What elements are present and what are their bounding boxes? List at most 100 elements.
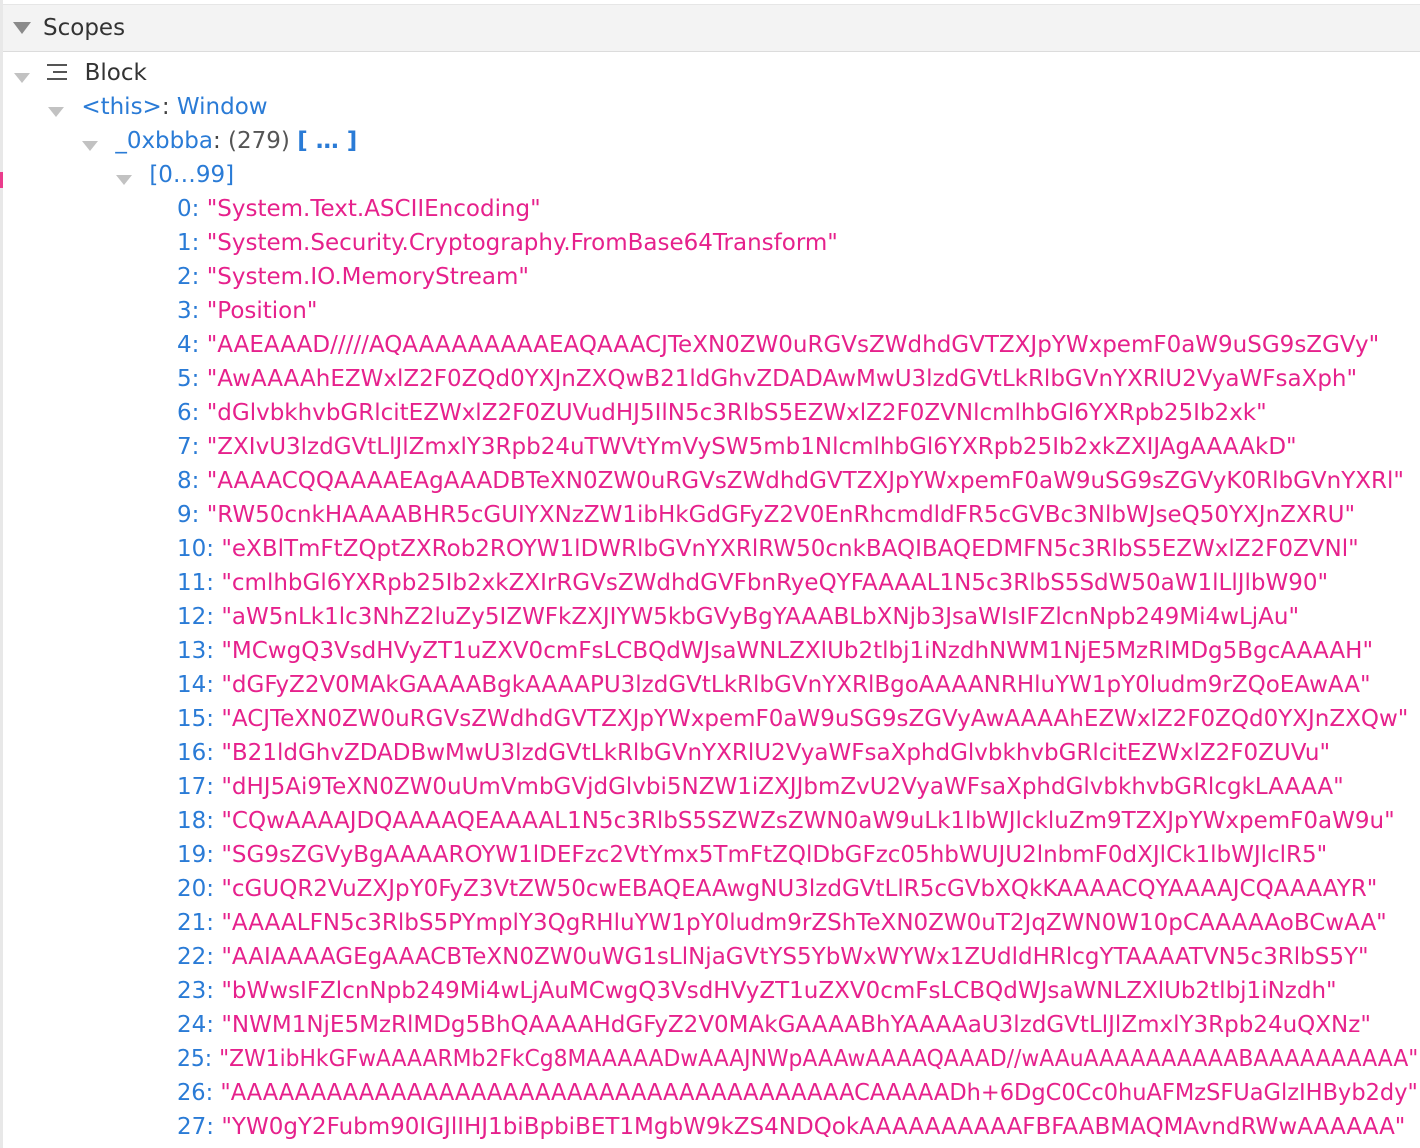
array-item-index: 21: [177, 910, 215, 936]
tree-node-variable[interactable]: _0xbbba: (279) [ … ] [82, 124, 357, 158]
array-item-value: "NWM1NjE5MzRlMDg5BhQAAAAHdGFyZ2V0MAkGAAA… [221, 1012, 1371, 1038]
array-item-row[interactable]: 7: "ZXIvU3lzdGVtLlJlZmxlY3Rpb24uTWVtYmVy… [177, 430, 1297, 464]
array-item-index: 22: [177, 944, 215, 970]
expanded-twisty-icon[interactable] [14, 72, 30, 83]
array-item-index: 5: [177, 366, 200, 392]
array-item-index: 25: [177, 1046, 213, 1072]
expanded-twisty-icon[interactable] [116, 174, 132, 185]
array-item-row[interactable]: 10: "eXBlTmFtZQptZXRob2ROYW1lDWRlbGVnYXR… [177, 532, 1359, 566]
variable-count: (279) [228, 128, 290, 154]
array-item-value: "AAIAAAAGEgAAACBTeXN0ZW0uWG1sLlNjaGVtYS5… [221, 944, 1369, 970]
array-item-value: "ACJTeXN0ZW0uRGVsZWdhdGVTZXJpYWxpemF0aW9… [221, 706, 1409, 732]
array-item-row[interactable]: 15: "ACJTeXN0ZW0uRGVsZWdhdGVTZXJpYWxpemF… [177, 702, 1408, 736]
array-item-index: 16: [177, 740, 215, 766]
array-item-value: "AwAAAAhEZWxlZ2F0ZQd0YXJnZXQwB21ldGhvZDA… [206, 366, 1358, 392]
array-item-index: 7: [177, 434, 200, 460]
array-item-row[interactable]: 22: "AAIAAAAGEgAAACBTeXN0ZW0uWG1sLlNjaGV… [177, 940, 1369, 974]
array-item-row[interactable]: 25: "ZW1ibHkGFwAAAARMb2FkCg8MAAAAADwAAAJ… [177, 1042, 1418, 1076]
array-item-value: "B21ldGhvZDADBwMwU3lzdGVtLkRlbGVnYXRlU2V… [221, 740, 1331, 766]
array-item-index: 13: [177, 638, 215, 664]
array-item-value: "dGFyZ2V0MAkGAAAABgkAAAAPU3lzdGVtLkRlbGV… [221, 672, 1371, 698]
array-item-row[interactable]: 1: "System.Security.Cryptography.FromBas… [177, 226, 838, 260]
array-item-row[interactable]: 14: "dGFyZ2V0MAkGAAAABgkAAAAPU3lzdGVtLkR… [177, 668, 1371, 702]
array-item-row[interactable]: 9: "RW50cnkHAAAABHR5cGUIYXNzZW1ibHkGdGFy… [177, 498, 1355, 532]
array-item-value: "AAAALFN5c3RlbS5PYmplY3QgRHluYW1pY0ludm9… [221, 910, 1387, 936]
array-item-row[interactable]: 26: "AAAAAAAAAAAAAAAAAAAAAAAAAAAAAAAAAAA… [177, 1076, 1418, 1110]
array-item-index: 3: [177, 298, 200, 324]
array-item-value: "System.IO.MemoryStream" [206, 264, 529, 290]
variable-preview: [ … ] [297, 128, 358, 154]
array-item-value: "Position" [206, 298, 318, 324]
array-item-row[interactable]: 11: "cmlhbGl6YXRpb25Ib2xkZXIrRGVsZWdhdGV… [177, 566, 1328, 600]
collapse-triangle-icon[interactable] [13, 22, 31, 34]
array-item-index: 19: [177, 842, 215, 868]
array-item-index: 15: [177, 706, 215, 732]
array-item-row[interactable]: 4: "AAEAAAD/////AQAAAAAAAAAEAQAAACJTeXN0… [177, 328, 1379, 362]
array-item-row[interactable]: 24: "NWM1NjE5MzRlMDg5BhQAAAAHdGFyZ2V0MAk… [177, 1008, 1371, 1042]
array-item-row[interactable]: 21: "AAAALFN5c3RlbS5PYmplY3QgRHluYW1pY0l… [177, 906, 1387, 940]
array-item-index: 0: [177, 196, 200, 222]
array-item-row[interactable]: 6: "dGlvbkhvbGRlcitEZWxlZ2F0ZUVudHJ5IlN5… [177, 396, 1267, 430]
this-key: <this> [81, 94, 162, 120]
array-item-index: 6: [177, 400, 200, 426]
array-item-value: "eXBlTmFtZQptZXRob2ROYW1lDWRlbGVnYXRlRW5… [221, 536, 1359, 562]
array-item-row[interactable]: 5: "AwAAAAhEZWxlZ2F0ZQd0YXJnZXQwB21ldGhv… [177, 362, 1357, 396]
array-item-value: "AAEAAAD/////AQAAAAAAAAAEAQAAACJTeXN0ZW0… [206, 332, 1380, 358]
block-label: Block [84, 60, 147, 86]
array-item-value: "ZXIvU3lzdGVtLlJlZmxlY3Rpb24uTWVtYmVySW5… [206, 434, 1297, 460]
array-item-value: "AAAAAAAAAAAAAAAAAAAAAAAAAAAAAAAAAAAAAAA… [220, 1080, 1418, 1106]
tree-node-this[interactable]: <this>: Window [48, 90, 268, 124]
this-value: Window [176, 94, 268, 120]
array-item-value: "ZW1ibHkGFwAAAARMb2FkCg8MAAAAADwAAAJNWpA… [219, 1046, 1419, 1072]
array-item-value: "MCwgQ3VsdHVyZT1uZXV0cmFsLCBQdWJsaWNLZXl… [221, 638, 1374, 664]
variable-separator: : [212, 128, 229, 154]
array-item-row[interactable]: 12: "aW5nLk1lc3NhZ2luZy5IZWFkZXJIYW5kbGV… [177, 600, 1299, 634]
array-item-value: "CQwAAAAJDQAAAAQEAAAAL1N5c3RlbS5SZWZsZWN… [221, 808, 1395, 834]
array-item-row[interactable]: 2: "System.IO.MemoryStream" [177, 260, 529, 294]
array-item-value: "dHJ5Ai9TeXN0ZW0uUmVmbGVjdGlvbi5NZW1iZXJ… [221, 774, 1344, 800]
array-item-index: 24: [177, 1012, 215, 1038]
array-item-row[interactable]: 13: "MCwgQ3VsdHVyZT1uZXV0cmFsLCBQdWJsaWN… [177, 634, 1373, 668]
array-item-value: "cGUQR2VuZXJpY0FyZ3VtZW50cwEBAQEAAwgNU3l… [221, 876, 1378, 902]
scopes-panel-header[interactable]: Scopes [3, 4, 1420, 52]
array-item-value: "System.Security.Cryptography.FromBase64… [206, 230, 838, 256]
tree-node-block[interactable]: Block [14, 56, 147, 90]
tree-node-range[interactable]: [0…99] [116, 158, 234, 192]
array-item-value: "bWwsIFZlcnNpb249Mi4wLjAuMCwgQ3VsdHVyZT1… [221, 978, 1337, 1004]
array-item-row[interactable]: 0: "System.Text.ASCIIEncoding" [177, 192, 541, 226]
array-item-row[interactable]: 27: "YW0gY2Fubm90IGJlIHJ1biBpbiBET1MgbW9… [177, 1110, 1405, 1144]
array-item-index: 14: [177, 672, 215, 698]
breakpoint-marker [0, 172, 3, 188]
array-item-row[interactable]: 8: "AAAACQQAAAAEAgAAADBTeXN0ZW0uRGVsZWdh… [177, 464, 1404, 498]
array-item-row[interactable]: 16: "B21ldGhvZDADBwMwU3lzdGVtLkRlbGVnYXR… [177, 736, 1330, 770]
block-scope-icon [47, 63, 68, 80]
array-item-row[interactable]: 19: "SG9sZGVyBgAAAAROYW1lDEFzc2VtYmx5TmF… [177, 838, 1327, 872]
array-item-row[interactable]: 20: "cGUQR2VuZXJpY0FyZ3VtZW50cwEBAQEAAwg… [177, 872, 1377, 906]
array-item-value: "dGlvbkhvbGRlcitEZWxlZ2F0ZUVudHJ5IlN5c3R… [206, 400, 1267, 426]
array-item-index: 26: [177, 1080, 214, 1106]
array-item-index: 1: [177, 230, 200, 256]
array-item-index: 27: [177, 1114, 215, 1140]
array-item-value: "cmlhbGl6YXRpb25Ib2xkZXIrRGVsZWdhdGVFbnR… [221, 570, 1329, 596]
variable-name: _0xbbba [115, 128, 213, 154]
array-item-row[interactable]: 3: "Position" [177, 294, 317, 328]
expanded-twisty-icon[interactable] [48, 106, 64, 117]
array-item-index: 4: [177, 332, 200, 358]
array-item-index: 23: [177, 978, 215, 1004]
array-item-value: "SG9sZGVyBgAAAAROYW1lDEFzc2VtYmx5TmFtZQl… [221, 842, 1328, 868]
array-item-row[interactable]: 23: "bWwsIFZlcnNpb249Mi4wLjAuMCwgQ3VsdHV… [177, 974, 1337, 1008]
array-item-index: 12: [177, 604, 215, 630]
array-item-index: 18: [177, 808, 215, 834]
array-item-index: 17: [177, 774, 215, 800]
array-item-row[interactable]: 18: "CQwAAAAJDQAAAAQEAAAAL1N5c3RlbS5SZWZ… [177, 804, 1395, 838]
array-item-index: 20: [177, 876, 215, 902]
scopes-title: Scopes [43, 15, 126, 41]
array-item-index: 2: [177, 264, 200, 290]
array-item-index: 9: [177, 502, 200, 528]
array-item-value: "aW5nLk1lc3NhZ2luZy5IZWFkZXJIYW5kbGVyBgY… [221, 604, 1300, 630]
array-item-value: "AAAACQQAAAAEAgAAADBTeXN0ZW0uRGVsZWdhdGV… [206, 468, 1404, 494]
array-item-value: "YW0gY2Fubm90IGJlIHJ1biBpbiBET1MgbW9kZS4… [221, 1114, 1406, 1140]
array-item-index: 10: [177, 536, 215, 562]
array-item-row[interactable]: 17: "dHJ5Ai9TeXN0ZW0uUmVmbGVjdGlvbi5NZW1… [177, 770, 1344, 804]
expanded-twisty-icon[interactable] [82, 140, 98, 151]
